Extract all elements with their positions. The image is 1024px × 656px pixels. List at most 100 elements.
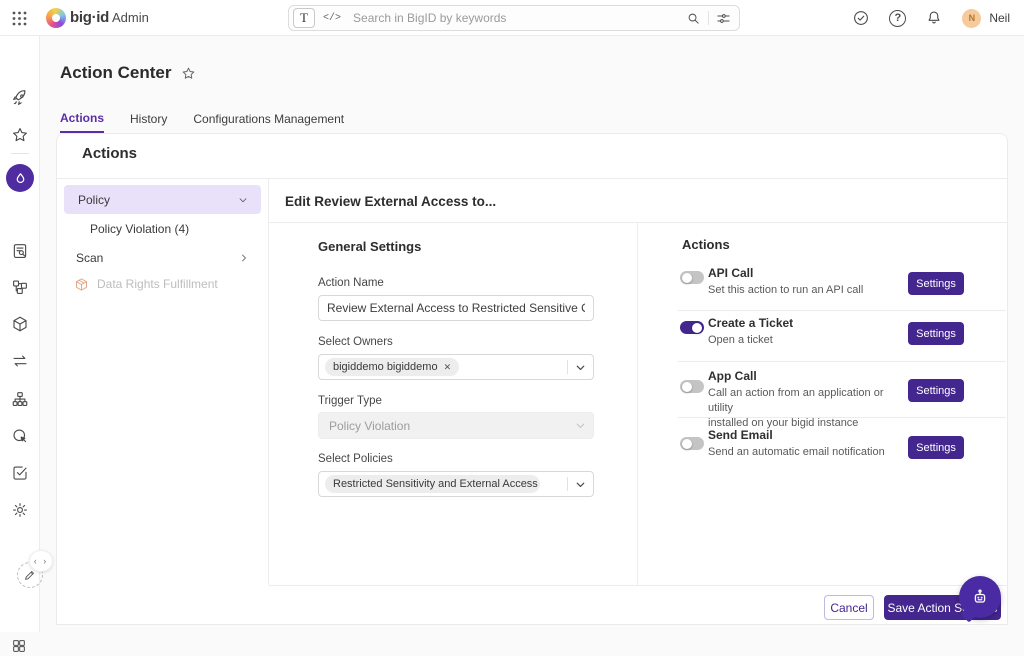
select-divider bbox=[567, 360, 568, 374]
select-policies-label: Select Policies bbox=[318, 453, 393, 465]
action-item-desc: Send an automatic email notification bbox=[708, 445, 938, 460]
hierarchy-tree-icon[interactable] bbox=[11, 390, 29, 408]
row-divider bbox=[678, 361, 1006, 362]
row-divider bbox=[678, 310, 1006, 311]
owner-chip: bigiddemo bigiddemo ✕ bbox=[325, 358, 459, 376]
tree-item-label: Policy Violation (4) bbox=[90, 222, 189, 236]
send-email-settings-button[interactable]: Settings bbox=[908, 436, 964, 459]
catalog-cube-icon[interactable] bbox=[11, 315, 29, 333]
favorites-star-icon[interactable] bbox=[11, 126, 29, 144]
search-icon[interactable] bbox=[686, 11, 701, 26]
tree-item-label: Data Rights Fulfillment bbox=[97, 277, 218, 291]
query-search-toggle[interactable]: </> bbox=[319, 13, 345, 24]
action-center-icon-active[interactable] bbox=[6, 164, 34, 192]
apps-grid-icon[interactable] bbox=[11, 638, 29, 656]
general-settings-heading: General Settings bbox=[318, 239, 421, 254]
page-title: Action Center bbox=[60, 63, 171, 83]
tab-bar: Actions History Configurations Managemen… bbox=[60, 104, 344, 133]
tree-item-label: Policy bbox=[78, 193, 110, 207]
chevron-down-icon[interactable] bbox=[237, 194, 249, 206]
search-input[interactable] bbox=[353, 11, 686, 25]
tree-item-policy-violation[interactable]: Policy Violation (4) bbox=[90, 219, 189, 239]
api-call-toggle[interactable] bbox=[680, 271, 704, 284]
tab-history[interactable]: History bbox=[130, 104, 167, 133]
action-item-title: Send Email bbox=[708, 428, 773, 442]
app-call-toggle[interactable] bbox=[680, 380, 704, 393]
actions-panel-heading: Actions bbox=[682, 237, 730, 252]
top-bar: big·id Admin T </> ? N Neil bbox=[0, 0, 1024, 36]
help-icon[interactable]: ? bbox=[889, 10, 906, 27]
tasks-icon[interactable] bbox=[852, 9, 870, 27]
app-call-settings-button[interactable]: Settings bbox=[908, 379, 964, 402]
action-name-input[interactable] bbox=[318, 295, 594, 321]
rail-divider bbox=[11, 153, 29, 154]
advanced-search-icon[interactable] bbox=[716, 11, 731, 26]
policy-chip: Restricted Sensitivity and External Acce… bbox=[325, 475, 540, 493]
action-item-title: API Call bbox=[708, 266, 753, 280]
chevron-down-icon[interactable] bbox=[574, 361, 587, 374]
search-divider bbox=[708, 11, 709, 25]
favorite-star-icon[interactable] bbox=[181, 66, 196, 81]
classification-nodes-icon[interactable] bbox=[11, 278, 29, 296]
tree-item-data-rights-fulfillment: Data Rights Fulfillment bbox=[74, 274, 218, 294]
select-policies-dropdown[interactable]: Restricted Sensitivity and External Acce… bbox=[318, 471, 594, 497]
page-title-row: Action Center bbox=[60, 63, 196, 83]
tree-item-label: Scan bbox=[76, 251, 103, 265]
app-launcher-icon[interactable] bbox=[12, 11, 27, 26]
brand-name: big·id bbox=[70, 9, 109, 26]
action-item-title: App Call bbox=[708, 369, 757, 383]
remove-owner-icon[interactable]: ✕ bbox=[444, 362, 452, 373]
avatar[interactable]: N bbox=[962, 9, 981, 28]
tab-actions[interactable]: Actions bbox=[60, 104, 104, 133]
bigid-logo-icon bbox=[46, 8, 66, 28]
create-ticket-settings-button[interactable]: Settings bbox=[908, 322, 964, 345]
trigger-type-value: Policy Violation bbox=[329, 419, 410, 433]
settings-gear-icon[interactable] bbox=[11, 501, 29, 519]
action-item-desc: Open a ticket bbox=[708, 333, 908, 348]
locations-globe-icon[interactable] bbox=[11, 427, 29, 445]
owner-chip-label: bigiddemo bigiddemo bbox=[333, 361, 438, 373]
tree-item-scan[interactable]: Scan bbox=[64, 246, 254, 270]
row-divider bbox=[678, 417, 1006, 418]
getting-started-rocket-icon[interactable] bbox=[11, 89, 29, 107]
action-item-desc: Set this action to run an API call bbox=[708, 283, 938, 298]
text-search-toggle[interactable]: T bbox=[293, 8, 315, 28]
trigger-type-select-disabled: Policy Violation bbox=[318, 412, 594, 439]
global-search[interactable]: T </> bbox=[288, 5, 740, 31]
tree-item-policy[interactable]: Policy bbox=[64, 185, 261, 214]
card-heading: Actions bbox=[82, 145, 137, 162]
data-flows-swap-icon[interactable] bbox=[11, 352, 29, 370]
search-actions bbox=[686, 11, 731, 26]
tasks-checkbox-icon[interactable] bbox=[11, 464, 29, 482]
chevron-down-icon[interactable] bbox=[574, 478, 587, 491]
cancel-button[interactable]: Cancel bbox=[824, 595, 874, 620]
assistant-robot-fab[interactable] bbox=[959, 576, 1001, 618]
select-owners-label: Select Owners bbox=[318, 336, 393, 348]
columns-divider bbox=[637, 223, 638, 585]
card-divider bbox=[57, 178, 1007, 179]
action-item-title: Create a Ticket bbox=[708, 316, 793, 330]
trigger-type-label: Trigger Type bbox=[318, 395, 382, 407]
select-owners-dropdown[interactable]: bigiddemo bigiddemo ✕ bbox=[318, 354, 594, 380]
user-name[interactable]: Neil bbox=[989, 11, 1010, 25]
reports-clipboard-search-icon[interactable] bbox=[11, 242, 29, 260]
left-nav-rail bbox=[0, 36, 40, 632]
collapse-sidebar-icon[interactable]: ‹ › bbox=[29, 550, 53, 572]
send-email-toggle[interactable] bbox=[680, 437, 704, 450]
create-ticket-toggle[interactable] bbox=[680, 321, 704, 334]
editor-header-divider bbox=[269, 222, 1008, 223]
action-item-desc: Call an action from an application or ut… bbox=[708, 386, 908, 431]
tab-configurations-management[interactable]: Configurations Management bbox=[193, 104, 344, 133]
select-divider bbox=[567, 477, 568, 491]
notifications-bell-icon[interactable] bbox=[925, 9, 943, 27]
parcel-icon bbox=[74, 277, 89, 292]
chevron-right-icon[interactable] bbox=[238, 252, 250, 264]
product-name: Admin bbox=[112, 10, 149, 25]
action-name-label: Action Name bbox=[318, 277, 384, 289]
tree-panel-divider bbox=[268, 178, 269, 585]
chevron-down-icon bbox=[574, 419, 587, 432]
policy-chip-label: Restricted Sensitivity and External Acce… bbox=[333, 478, 538, 490]
footer-divider bbox=[269, 585, 1008, 586]
topbar-right: ? N Neil bbox=[852, 0, 1010, 36]
api-call-settings-button[interactable]: Settings bbox=[908, 272, 964, 295]
